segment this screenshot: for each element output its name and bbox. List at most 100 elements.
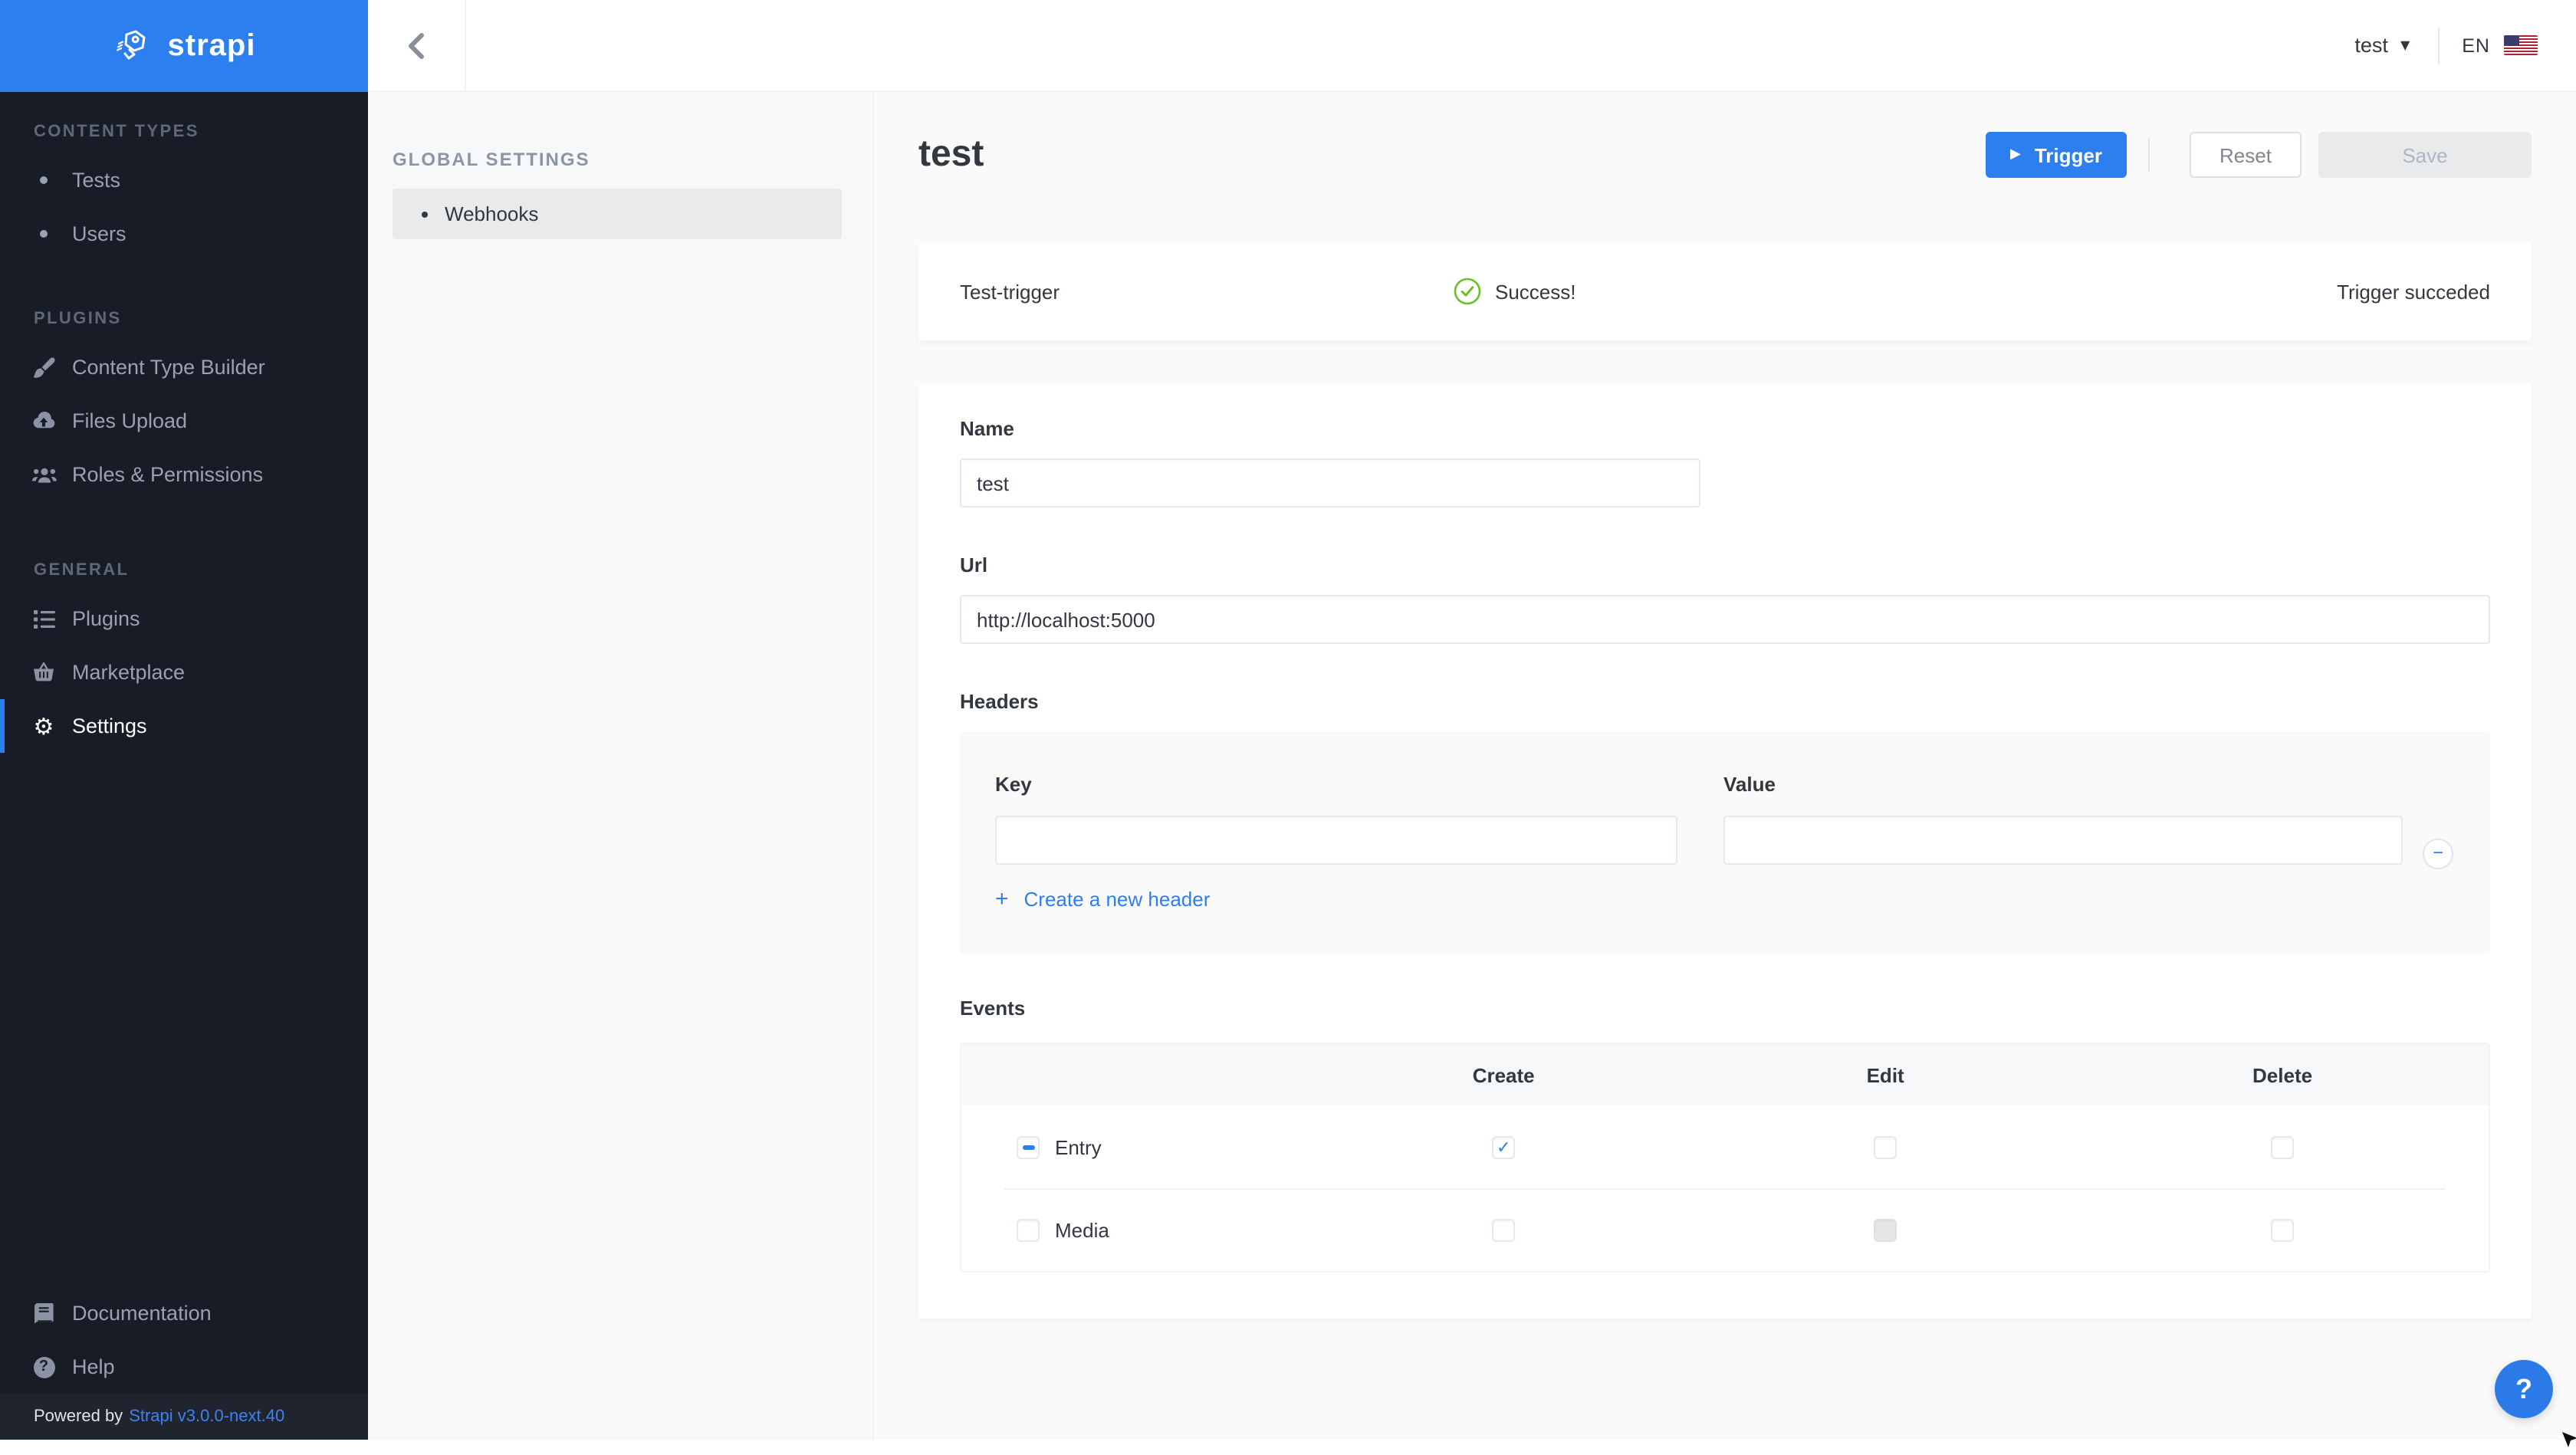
- plus-icon: +: [995, 888, 1009, 911]
- users-icon: [31, 465, 57, 484]
- sidebar-nav: CONTENT TYPES Tests Users PLUGINS Conten…: [0, 92, 368, 753]
- powered-by-text: Powered by: [34, 1407, 123, 1426]
- trigger-result-card: Test-trigger Success! Trigger succeded: [918, 242, 2532, 340]
- entry-create-checkbox[interactable]: [1492, 1135, 1515, 1158]
- page-header: test ▶ Trigger Reset Save: [918, 132, 2532, 178]
- chevron-left-icon: [408, 31, 425, 59]
- section-plugins: PLUGINS: [0, 307, 368, 331]
- column-create: Create: [1313, 1063, 1694, 1086]
- sidebar-item-label: Users: [72, 222, 127, 245]
- entry-edit-checkbox[interactable]: [1874, 1135, 1897, 1158]
- sidebar-item-documentation[interactable]: Documentation: [0, 1286, 368, 1340]
- events-table-header: Create Edit Delete: [961, 1044, 2489, 1105]
- url-input[interactable]: [960, 595, 2490, 644]
- sidebar-item-help[interactable]: ? Help: [0, 1340, 368, 1394]
- trigger-status-text: Success!: [1495, 280, 1576, 303]
- key-label: Key: [995, 773, 1677, 796]
- user-menu[interactable]: test ▼: [2354, 34, 2410, 57]
- sidebar-item-tests[interactable]: Tests: [0, 153, 368, 207]
- sidebar-item-label: Files Upload: [72, 409, 187, 432]
- header-value-input[interactable]: [1723, 816, 2403, 865]
- row-label: Media: [1055, 1218, 1109, 1241]
- cloud-upload-icon: [31, 411, 57, 431]
- trigger-result-text: Trigger succeded: [2337, 280, 2490, 303]
- back-button[interactable]: [368, 0, 466, 90]
- us-flag-icon: [2504, 35, 2538, 55]
- header-actions: ▶ Trigger Reset Save: [1986, 132, 2532, 178]
- topbar-right: test ▼ EN: [2354, 27, 2576, 64]
- subnav-title: GLOBAL SETTINGS: [393, 149, 872, 170]
- remove-header-button[interactable]: −: [2423, 839, 2453, 869]
- subnav-item-label: Webhooks: [445, 202, 538, 225]
- url-label: Url: [960, 553, 2490, 576]
- strapi-version-link[interactable]: Strapi v3.0.0-next.40: [129, 1407, 284, 1426]
- main-sidebar: strapi CONTENT TYPES Tests Users PLUGINS…: [0, 0, 368, 1440]
- play-icon: ▶: [2010, 147, 2021, 163]
- locale-switcher[interactable]: EN: [2462, 34, 2538, 56]
- media-row-checkbox[interactable]: [1017, 1218, 1040, 1241]
- events-section: Events Create Edit Delete Entry: [960, 997, 2490, 1273]
- create-header-link[interactable]: + Create a new header: [995, 888, 1210, 911]
- strapi-rocket-icon: [113, 26, 153, 66]
- media-delete-checkbox[interactable]: [2271, 1218, 2294, 1241]
- header-kv-row: Key Value −: [995, 773, 2453, 869]
- column-delete: Delete: [2076, 1063, 2489, 1086]
- sidebar-item-label: Tests: [72, 169, 120, 192]
- mouse-cursor: [2562, 1427, 2576, 1455]
- name-input[interactable]: [960, 458, 1700, 507]
- events-table: Create Edit Delete Entry: [960, 1043, 2490, 1273]
- sidebar-item-plugins[interactable]: Plugins: [0, 592, 368, 645]
- help-fab-button[interactable]: ?: [2495, 1360, 2553, 1418]
- sidebar-item-label: Help: [72, 1355, 115, 1378]
- sidebar-item-marketplace[interactable]: Marketplace: [0, 645, 368, 699]
- sidebar-item-users[interactable]: Users: [0, 207, 368, 261]
- entry-row-checkbox[interactable]: [1017, 1135, 1040, 1158]
- bullet-icon: [31, 230, 57, 238]
- book-icon: [31, 1302, 57, 1324]
- table-row-entry: Entry: [961, 1105, 2489, 1188]
- trigger-button-label: Trigger: [2035, 143, 2102, 166]
- locale-code: EN: [2462, 34, 2490, 56]
- sidebar-item-label: Plugins: [72, 607, 140, 630]
- bullet-icon: [31, 176, 57, 184]
- topbar: test ▼ EN: [368, 0, 2576, 92]
- success-check-icon: [1454, 278, 1481, 305]
- trigger-name: Test-trigger: [960, 280, 1060, 303]
- media-create-checkbox[interactable]: [1492, 1218, 1515, 1241]
- create-header-label: Create a new header: [1024, 888, 1211, 911]
- save-button[interactable]: Save: [2318, 132, 2532, 178]
- events-label: Events: [960, 997, 2490, 1020]
- webhook-form-card: Name Url Headers Key Value: [918, 383, 2532, 1319]
- strapi-logo[interactable]: strapi: [0, 0, 368, 92]
- sidebar-item-settings[interactable]: ⚙ Settings: [0, 699, 368, 753]
- column-edit: Edit: [1694, 1063, 2076, 1086]
- row-label: Entry: [1055, 1135, 1102, 1158]
- section-general: GENERAL: [0, 558, 368, 583]
- list-icon: [31, 609, 57, 628]
- media-edit-checkbox[interactable]: [1874, 1218, 1897, 1241]
- trigger-button[interactable]: ▶ Trigger: [1986, 132, 2127, 178]
- app-root: strapi CONTENT TYPES Tests Users PLUGINS…: [0, 0, 2576, 1440]
- actions-divider: [2148, 138, 2150, 172]
- entry-delete-checkbox[interactable]: [2271, 1135, 2294, 1158]
- name-label: Name: [960, 417, 2490, 440]
- sidebar-item-label: Content Type Builder: [72, 356, 265, 379]
- subnav-item-webhooks[interactable]: Webhooks: [393, 189, 842, 239]
- headers-panel: Key Value − + Create a new head: [960, 731, 2490, 954]
- sidebar-item-label: Roles & Permissions: [72, 463, 263, 486]
- topbar-divider: [2437, 27, 2439, 64]
- sidebar-item-content-type-builder[interactable]: Content Type Builder: [0, 340, 368, 394]
- sidebar-item-roles-permissions[interactable]: Roles & Permissions: [0, 448, 368, 501]
- header-key-input[interactable]: [995, 816, 1677, 865]
- reset-button[interactable]: Reset: [2190, 132, 2302, 178]
- user-menu-label: test: [2354, 34, 2388, 57]
- sidebar-item-label: Marketplace: [72, 661, 185, 684]
- headers-label: Headers: [960, 690, 2490, 713]
- sidebar-item-label: Documentation: [72, 1302, 212, 1325]
- sidebar-item-files-upload[interactable]: Files Upload: [0, 394, 368, 448]
- sidebar-item-label: Settings: [72, 714, 147, 737]
- section-content-types: CONTENT TYPES: [0, 120, 368, 144]
- value-label: Value: [1723, 773, 2403, 796]
- main-content: test ▶ Trigger Reset Save Test-trigger: [874, 92, 2576, 1440]
- chevron-down-icon: ▼: [2400, 38, 2410, 52]
